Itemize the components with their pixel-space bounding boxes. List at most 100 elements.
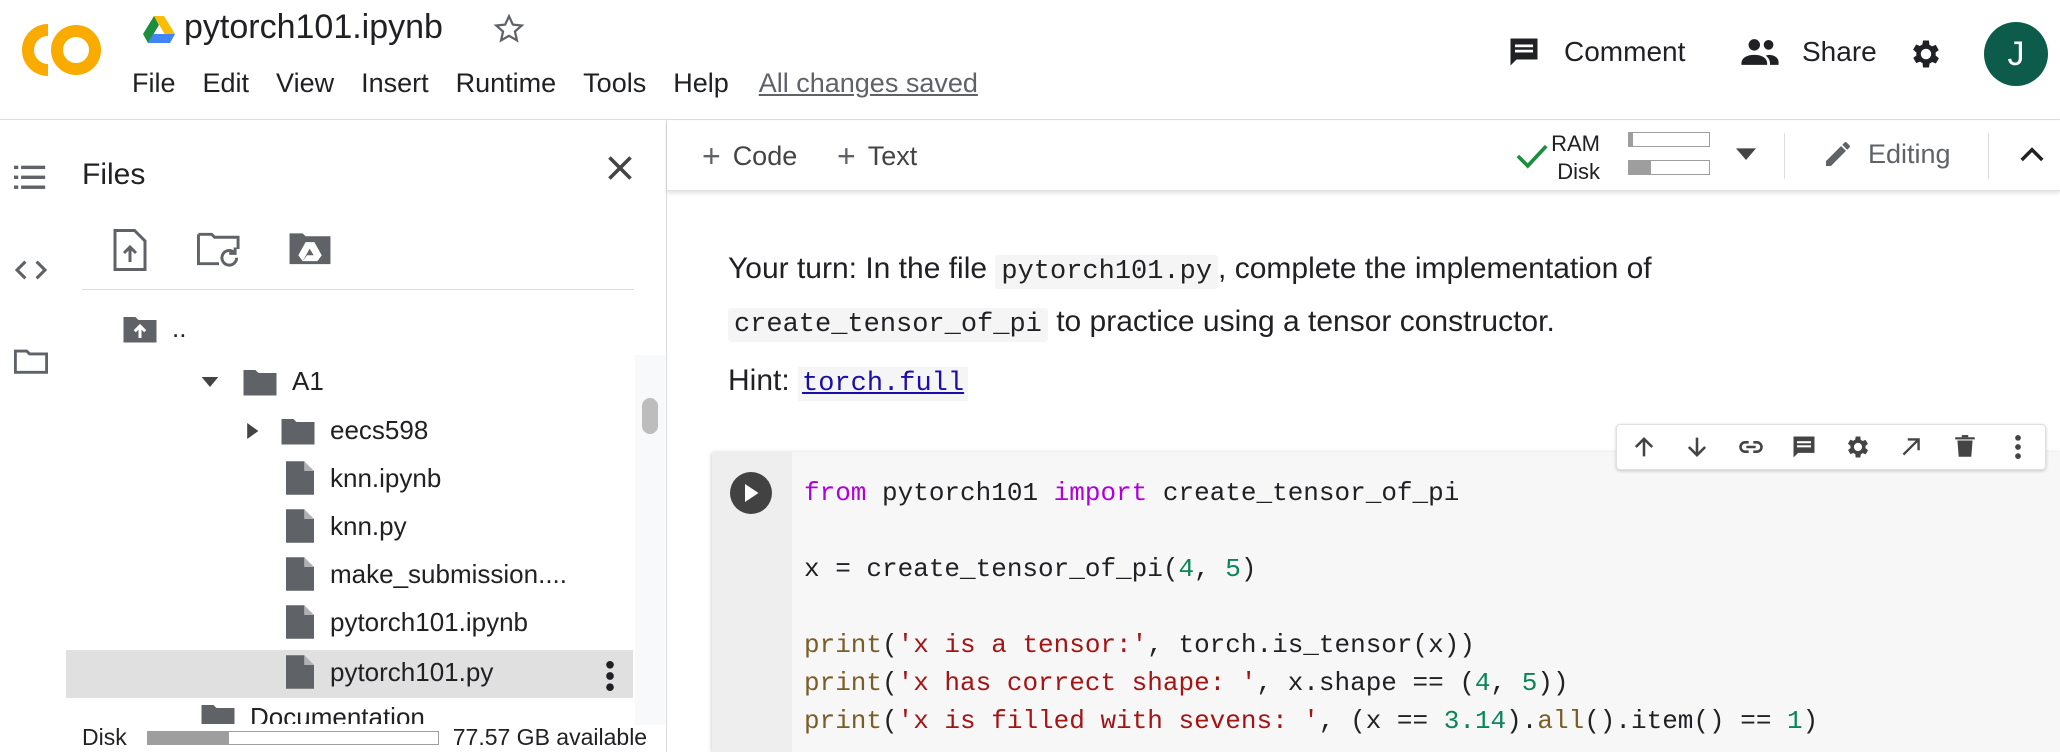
settings-gear-icon[interactable] xyxy=(1908,36,1944,72)
tree-item-label: knn.ipynb xyxy=(330,462,442,493)
text-part: , complete the implementation of xyxy=(1218,252,1652,285)
cell-toolbar xyxy=(1616,424,2046,470)
torch-full-link[interactable]: torch.full xyxy=(798,367,969,401)
link-icon[interactable] xyxy=(1724,433,1778,461)
file-icon xyxy=(286,557,314,591)
comment-icon xyxy=(1510,38,1538,66)
close-icon[interactable] xyxy=(602,150,638,186)
comment-button[interactable]: Comment xyxy=(1506,34,1685,70)
add-text-label: Text xyxy=(867,140,918,171)
refresh-folder-icon[interactable] xyxy=(197,229,241,269)
tree-item-parent[interactable]: .. xyxy=(122,313,186,344)
tree-item-documentation[interactable]: Documentation xyxy=(200,702,425,724)
people-icon xyxy=(1741,39,1779,65)
file-icon xyxy=(286,509,314,543)
add-code-label: Code xyxy=(732,140,798,171)
move-down-icon[interactable] xyxy=(1671,433,1725,461)
code-cell[interactable]: from pytorch101 import create_tensor_of_… xyxy=(712,452,2060,752)
open-in-tab-icon[interactable] xyxy=(1885,434,1939,460)
collapse-header-icon[interactable] xyxy=(2020,146,2044,162)
google-drive-icon[interactable] xyxy=(143,16,175,44)
delete-icon[interactable] xyxy=(1938,433,1992,461)
inline-code: pytorch101.py xyxy=(995,255,1219,289)
code-line-7: print('x is filled with sevens: ', (x ==… xyxy=(804,706,1819,736)
mount-drive-icon[interactable] xyxy=(288,229,332,267)
chevron-down-icon[interactable] xyxy=(200,372,220,392)
disk-usage-footer: Disk 77.57 GB available xyxy=(82,724,647,751)
comment-icon[interactable] xyxy=(1778,433,1832,461)
menu-help[interactable]: Help xyxy=(673,68,729,99)
ram-usage-bar[interactable] xyxy=(1628,132,1710,147)
hint-label: Hint: xyxy=(728,364,799,397)
move-up-icon[interactable] xyxy=(1617,433,1671,461)
more-vert-icon[interactable] xyxy=(1992,434,2046,460)
plus-icon: + xyxy=(837,137,856,174)
folder-icon xyxy=(281,418,315,444)
editing-label: Editing xyxy=(1868,138,1951,169)
code-line-1: from pytorch101 import create_tensor_of_… xyxy=(804,478,1460,508)
tree-item-label: Documentation xyxy=(250,702,425,724)
inline-code: create_tensor_of_pi xyxy=(728,308,1048,342)
toolbar-separator xyxy=(1784,133,1785,179)
disk-usage-bar xyxy=(146,730,439,745)
menu-edit[interactable]: Edit xyxy=(203,68,250,99)
files-panel-title: Files xyxy=(82,158,146,191)
table-of-contents-icon[interactable] xyxy=(14,162,48,192)
tree-item-eecs598[interactable]: eecs598 xyxy=(244,415,428,446)
hint-line: Hint: torch.full xyxy=(728,364,969,401)
disk-available: 77.57 GB available xyxy=(452,724,648,750)
resources-dropdown-icon[interactable] xyxy=(1736,148,1756,162)
files-scrollbar-thumb[interactable] xyxy=(642,398,658,434)
file-icon xyxy=(286,605,314,639)
code-snippets-icon[interactable] xyxy=(14,256,48,284)
tree-item-label: A1 xyxy=(292,366,324,396)
tree-item-label: knn.py xyxy=(330,510,407,541)
add-code-button[interactable]: + Code xyxy=(702,121,797,191)
folder-icon xyxy=(243,369,277,395)
menu-runtime[interactable]: Runtime xyxy=(456,68,557,99)
tree-item-make-submission[interactable]: make_submission.... xyxy=(286,557,567,591)
tree-item-knn-ipynb[interactable]: knn.ipynb xyxy=(286,461,441,495)
tree-item-label: eecs598 xyxy=(330,415,429,445)
files-folder-icon[interactable] xyxy=(14,346,48,376)
plus-icon: + xyxy=(702,137,721,174)
tree-item-a1[interactable]: A1 xyxy=(200,366,324,397)
folder-icon xyxy=(201,705,235,724)
tree-item-pytorch101-ipynb[interactable]: pytorch101.ipynb xyxy=(286,605,528,639)
account-avatar[interactable]: J xyxy=(1984,22,2048,86)
code-line-3: x = create_tensor_of_pi(4, 5) xyxy=(804,554,1257,584)
connected-check-icon[interactable] xyxy=(1515,141,1549,171)
menu-file[interactable]: File xyxy=(132,68,176,99)
menu-tools[interactable]: Tools xyxy=(583,68,646,99)
tree-item-label: pytorch101.ipynb xyxy=(330,606,529,637)
more-vert-icon[interactable] xyxy=(603,660,617,692)
upload-file-icon[interactable] xyxy=(112,229,148,271)
cell-settings-icon[interactable] xyxy=(1831,433,1885,461)
colab-logo[interactable] xyxy=(18,22,102,78)
menu-bar: File Edit View Insert Runtime Tools Help… xyxy=(132,68,1005,99)
app-header: pytorch101.ipynb File Edit View Insert R… xyxy=(0,0,2060,120)
menu-view[interactable]: View xyxy=(276,68,334,99)
share-button[interactable]: Share xyxy=(1740,34,1877,70)
star-icon[interactable] xyxy=(492,12,526,46)
disk-usage-bar-toolbar[interactable] xyxy=(1628,160,1710,175)
editing-mode-button[interactable]: Editing xyxy=(1822,138,1951,170)
code-editor[interactable]: from pytorch101 import create_tensor_of_… xyxy=(804,474,1818,740)
markdown-cell[interactable]: Your turn: In the file pytorch101.py, co… xyxy=(728,244,2018,350)
tree-item-knn-py[interactable]: knn.py xyxy=(286,509,407,543)
code-line-6: print('x has correct shape: ', x.shape =… xyxy=(804,668,1569,698)
files-divider xyxy=(82,289,634,290)
resource-labels[interactable]: RAM Disk xyxy=(1550,130,1600,186)
chevron-right-icon[interactable] xyxy=(244,421,260,441)
panel-divider[interactable] xyxy=(666,120,667,752)
tree-item-label: .. xyxy=(172,313,187,343)
share-label: Share xyxy=(1802,36,1877,67)
text-part: Your turn: In the file xyxy=(728,252,996,285)
menu-insert[interactable]: Insert xyxy=(361,68,429,99)
tree-item-pytorch101-py[interactable]: pytorch101.py xyxy=(286,655,493,689)
run-cell-button[interactable] xyxy=(730,472,772,514)
add-text-button[interactable]: + Text xyxy=(837,121,917,191)
notebook-title[interactable]: pytorch101.ipynb xyxy=(184,8,443,47)
disk-label-toolbar: Disk xyxy=(1557,159,1600,184)
save-status[interactable]: All changes saved xyxy=(759,68,978,99)
